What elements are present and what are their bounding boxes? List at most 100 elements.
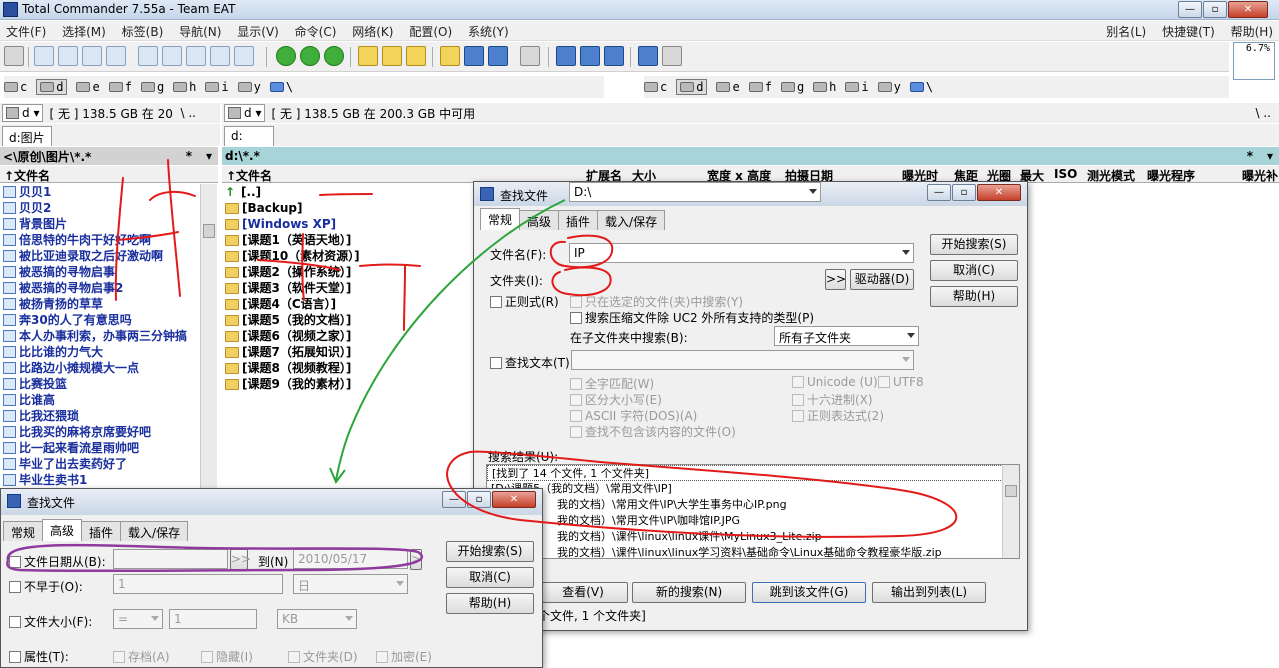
drive-y[interactable]: y xyxy=(237,80,261,94)
left-drive-combo[interactable]: d ▾ xyxy=(2,104,44,122)
browse-button[interactable]: >> xyxy=(825,269,846,290)
regex2-checkbox[interactable]: 正则表达式(2) xyxy=(792,407,884,424)
tab-advanced[interactable]: 高级 xyxy=(519,210,560,230)
drive-i[interactable]: i xyxy=(845,80,869,94)
drive-d[interactable]: d xyxy=(36,79,68,95)
drive-h[interactable]: h xyxy=(813,80,836,94)
size-value-input[interactable]: 1 xyxy=(169,609,257,629)
drive-y[interactable]: y xyxy=(877,80,901,94)
chevron-down-icon[interactable] xyxy=(902,357,910,362)
date-from-checkbox[interactable]: 文件日期从(B): xyxy=(9,553,106,570)
drive-c[interactable]: c xyxy=(4,80,27,94)
chevron-down-icon[interactable]: ▾ xyxy=(206,149,212,163)
menu-tabs[interactable]: 标签(B) xyxy=(116,21,170,42)
help-button[interactable]: 帮助(H) xyxy=(446,593,534,614)
results-list[interactable]: [找到了 14 个文件, 1 个文件夹] [D:\课题5（我的文档）\常用文件\… xyxy=(486,464,1020,559)
drive-network[interactable]: \ xyxy=(269,80,293,94)
menu-navigate[interactable]: 导航(N) xyxy=(173,21,227,42)
view-list-icon[interactable] xyxy=(210,46,230,66)
attr-hidden-checkbox[interactable]: 隐藏(I) xyxy=(201,648,253,665)
result-row[interactable]: [找到了 14 个文件, 1 个文件夹] xyxy=(487,465,1019,481)
not-containing-checkbox[interactable]: 查找不包含该内容的文件(O) xyxy=(570,423,736,440)
menu-file[interactable]: 文件(F) xyxy=(0,21,52,42)
goto-file-button[interactable]: 跳到该文件(G) xyxy=(752,582,866,603)
list-item[interactable]: [Backup] xyxy=(225,200,475,216)
left-filter-star[interactable]: * xyxy=(186,149,192,163)
forward-icon[interactable] xyxy=(324,46,344,66)
list-item[interactable]: 背景图片 xyxy=(3,216,200,232)
rename-icon[interactable] xyxy=(382,46,402,66)
subfolder-select[interactable]: 所有子文件夹 xyxy=(774,326,919,346)
view-tree-icon[interactable] xyxy=(82,46,102,66)
left-root-up[interactable]: \ .. xyxy=(180,106,196,120)
list-item[interactable]: [课题4（C语言）] xyxy=(225,296,475,312)
back-icon[interactable] xyxy=(300,46,320,66)
minimize-button[interactable]: — xyxy=(1178,1,1202,18)
start-search-button[interactable]: 开始搜索(S) xyxy=(446,541,534,562)
size-unit-select[interactable]: KB xyxy=(277,609,357,629)
feed-to-list-button[interactable]: 输出到列表(L) xyxy=(872,582,986,603)
results-scrollbar[interactable] xyxy=(1002,465,1019,558)
attr-folder-checkbox[interactable]: 文件夹(D) xyxy=(288,648,358,665)
drive-c[interactable]: c xyxy=(644,80,667,94)
size-op-select[interactable]: = xyxy=(113,609,163,629)
tab-advanced[interactable]: 高级 xyxy=(42,519,83,541)
view-brief-icon[interactable] xyxy=(34,46,54,66)
left-path-bar[interactable]: <\原创\图片\*.* * ▾ xyxy=(0,147,218,165)
chevron-down-icon[interactable] xyxy=(345,616,353,621)
browser-icon[interactable] xyxy=(580,46,600,66)
date-from-input[interactable] xyxy=(113,549,228,569)
drive-i[interactable]: i xyxy=(205,80,229,94)
list-item[interactable]: [Windows XP] xyxy=(225,216,475,232)
drive-d[interactable]: d xyxy=(676,79,708,95)
result-row[interactable]: [D:\课题5（我的文档）\常用文件\IP] xyxy=(487,481,1019,497)
result-row[interactable]: 我的文档）\课件\linux\linux课件\MyLinux3_Lite.zip xyxy=(487,529,1019,545)
utf8-checkbox[interactable]: UTF8 xyxy=(878,375,924,389)
col-metering[interactable]: 测光模式 xyxy=(1087,167,1135,184)
col-exposure-bias[interactable]: 曝光补 xyxy=(1242,167,1278,184)
list-item[interactable]: [课题1（英语天地）] xyxy=(225,232,475,248)
only-selected-checkbox[interactable]: 只在选定的文件(夹)中搜索(Y) xyxy=(570,293,743,310)
minimize-button[interactable]: — xyxy=(927,184,951,201)
list-item[interactable]: 比谁高 xyxy=(3,392,200,408)
close-button[interactable]: ✕ xyxy=(492,491,536,508)
invert-icon[interactable] xyxy=(162,46,182,66)
chevron-down-icon[interactable] xyxy=(151,616,159,621)
attributes-checkbox[interactable]: 属性(T): xyxy=(9,648,69,665)
maximize-button[interactable]: ▫ xyxy=(467,491,491,508)
drive-f[interactable]: f xyxy=(748,80,772,94)
find-text-checkbox[interactable]: 查找文本(T): xyxy=(490,354,574,371)
drive-h[interactable]: h xyxy=(173,80,196,94)
cancel-button[interactable]: 取消(C) xyxy=(930,260,1018,281)
url-icon[interactable] xyxy=(488,46,508,66)
col-name[interactable]: ↑文件名 xyxy=(226,167,272,184)
sort-icon[interactable] xyxy=(186,46,206,66)
right-folder-tab[interactable]: d: xyxy=(224,126,274,146)
drives-button[interactable]: 驱动器(D) xyxy=(850,269,914,290)
menu-config[interactable]: 配置(O) xyxy=(403,21,458,42)
folder-input[interactable]: D:\ xyxy=(569,182,821,202)
list-item[interactable]: 比我买的麻将京席要好吧 xyxy=(3,424,200,440)
list-item[interactable]: 毕业了出去卖药好了 xyxy=(3,456,200,472)
drive-f[interactable]: f xyxy=(108,80,132,94)
ftp-icon[interactable] xyxy=(464,46,484,66)
view-full-icon[interactable] xyxy=(58,46,78,66)
search-icon[interactable] xyxy=(358,46,378,66)
list-item[interactable]: [课题8（视频教程）] xyxy=(225,360,475,376)
menu-commands[interactable]: 命令(C) xyxy=(289,21,343,42)
list-item[interactable]: 比赛投篮 xyxy=(3,376,200,392)
left-col-name[interactable]: ↑文件名 xyxy=(4,167,50,184)
list-item[interactable]: 被比亚迪录取之后好激动啊 xyxy=(3,248,200,264)
not-older-checkbox[interactable]: 不早于(O): xyxy=(9,578,83,595)
refresh-icon[interactable] xyxy=(4,46,24,66)
right-drive-combo[interactable]: d ▾ xyxy=(224,104,266,122)
pack-icon[interactable] xyxy=(440,46,460,66)
result-row[interactable]: 我的文档）\常用文件\IP\咖啡馆IP.JPG xyxy=(487,513,1019,529)
chevron-down-icon[interactable] xyxy=(907,333,915,338)
date-to-input[interactable]: 2010/05/17 xyxy=(293,549,408,569)
left-folder-tab[interactable]: d:图片 xyxy=(2,126,52,146)
scrollbar-thumb[interactable] xyxy=(203,224,215,238)
menu-net[interactable]: 网络(K) xyxy=(346,21,399,42)
date-to-picker[interactable]: > xyxy=(410,549,422,570)
list-item[interactable]: 比比谁的力气大 xyxy=(3,344,200,360)
